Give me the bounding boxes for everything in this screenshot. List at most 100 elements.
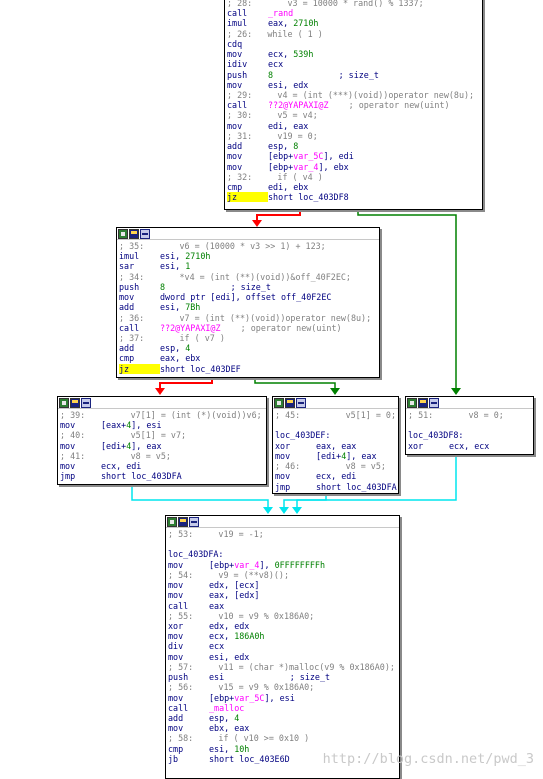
asm-line[interactable]: mov eax, [edx] xyxy=(168,590,399,600)
asm-line[interactable]: ; 32: if ( v4 ) xyxy=(227,172,482,182)
edge-n2-n3-false[interactable] xyxy=(155,377,213,395)
asm-line[interactable]: ; 46: v8 = v5; xyxy=(275,461,398,471)
asm-line[interactable]: loc_403DF8: xyxy=(408,430,533,440)
edge-n3-n6-jump[interactable] xyxy=(131,484,273,514)
asm-line[interactable]: loc_403DEF: xyxy=(275,430,398,440)
edge-n1-n2-false[interactable] xyxy=(252,209,301,227)
asm-line[interactable]: add esp, 4 xyxy=(168,713,399,723)
asm-line[interactable]: jz short loc_403DEF xyxy=(119,363,379,374)
asm-line[interactable]: mov ecx, edi xyxy=(275,471,398,481)
asm-line[interactable]: div ecx xyxy=(168,641,399,651)
asm-line[interactable]: push esi ; size_t xyxy=(168,672,399,682)
asm-line[interactable]: call ??2@YAPAXI@Z ; operator new(uint) xyxy=(227,100,482,110)
asm-line[interactable]: cmp eax, ebx xyxy=(119,353,379,363)
group-block-icon[interactable] xyxy=(140,229,150,239)
color-block-icon[interactable] xyxy=(59,398,69,408)
asm-line[interactable]: ; 56: v15 = v9 % 0x186A0; xyxy=(168,682,399,692)
group-block-icon[interactable] xyxy=(189,517,199,527)
asm-line[interactable]: ; 34: *v4 = (int (**)(void))&off_40F2EC; xyxy=(119,272,379,282)
asm-line[interactable]: imul esi, 2710h xyxy=(119,251,379,261)
asm-line[interactable]: mov edx, [ecx] xyxy=(168,580,399,590)
asm-line[interactable]: xor edx, edx xyxy=(168,621,399,631)
asm-line[interactable]: ; 40: v5[1] = v7; xyxy=(60,430,266,440)
asm-line[interactable]: mov [eax+4], esi xyxy=(60,420,266,430)
asm-line[interactable]: idiv ecx xyxy=(227,59,482,69)
group-block-icon[interactable] xyxy=(296,398,306,408)
asm-line[interactable]: mov [edi+4], eax xyxy=(60,441,266,451)
asm-line[interactable]: ; 58: if ( v10 >= 0x10 ) xyxy=(168,733,399,743)
asm-line[interactable] xyxy=(168,539,399,549)
asm-line[interactable]: call _malloc xyxy=(168,703,399,713)
asm-line[interactable]: add esp, 4 xyxy=(119,343,379,353)
group-block-icon[interactable] xyxy=(429,398,439,408)
rename-block-icon[interactable] xyxy=(129,229,139,239)
asm-line[interactable]: ; 37: if ( v7 ) xyxy=(119,333,379,343)
group-block-icon[interactable] xyxy=(81,398,91,408)
asm-line[interactable] xyxy=(275,420,398,430)
asm-line[interactable]: ; 35: v6 = (10000 * v3 >> 1) + 123; xyxy=(119,241,379,251)
basic-block-loc-403def[interactable]: ; 45: v5[1] = 0; loc_403DEF: xor eax, eax mo… xyxy=(272,396,399,494)
asm-line[interactable]: push 8 ; size_t xyxy=(119,282,379,292)
asm-line[interactable]: ; 54: v9 = (**v8)(); xyxy=(168,570,399,580)
asm-line[interactable]: mov ecx, edi xyxy=(60,461,266,471)
asm-line[interactable]: add esp, 8 xyxy=(227,141,482,151)
asm-line[interactable]: call eax xyxy=(168,601,399,611)
asm-line[interactable]: cdq xyxy=(227,39,482,49)
asm-line[interactable]: ; 53: v19 = -1; xyxy=(168,529,399,539)
asm-line[interactable]: ; 41: v8 = v5; xyxy=(60,451,266,461)
asm-line[interactable]: sar esi, 1 xyxy=(119,261,379,271)
asm-operand: var_4 xyxy=(234,559,260,570)
rename-block-icon[interactable] xyxy=(70,398,80,408)
asm-line[interactable]: ; 39: v7[1] = (int (*)(void))v6; xyxy=(60,410,266,420)
color-block-icon[interactable] xyxy=(118,229,128,239)
asm-line[interactable]: mov ecx, 186A0h xyxy=(168,631,399,641)
asm-line[interactable]: ; 51: v8 = 0; xyxy=(408,410,533,420)
asm-line[interactable]: mov [ebp+var_5C], esi xyxy=(168,693,399,703)
asm-line[interactable]: jmp short loc_403DFA xyxy=(275,482,398,492)
basic-block-new-v4[interactable]: ; 35: v6 = (10000 * v3 >> 1) + 123; imul e… xyxy=(116,227,380,378)
rename-block-icon[interactable] xyxy=(178,517,188,527)
asm-line[interactable]: xor ecx, ecx xyxy=(408,441,533,451)
asm-line[interactable]: jmp short loc_403DFA xyxy=(60,471,266,481)
asm-line[interactable]: jz short loc_403DF8 xyxy=(227,192,482,203)
edge-n2-n4-true[interactable] xyxy=(254,377,340,395)
asm-line[interactable]: cmp edi, ebx xyxy=(227,182,482,192)
asm-line[interactable]: ; 30: v5 = v4; xyxy=(227,110,482,120)
asm-line[interactable]: xor eax, eax xyxy=(275,441,398,451)
asm-line[interactable]: ; 31: v19 = 0; xyxy=(227,131,482,141)
asm-line[interactable]: imul eax, 2710h xyxy=(227,18,482,28)
asm-line[interactable]: ; 29: v4 = (int (***)(void))operator new… xyxy=(227,90,482,100)
asm-line[interactable]: add esi, 7Bh xyxy=(119,302,379,312)
edge-n4-n6-jump[interactable] xyxy=(279,493,327,514)
asm-line[interactable]: mov esi, edx xyxy=(168,652,399,662)
asm-line[interactable]: ; 28: v3 = 10000 * rand() % 1337; xyxy=(227,0,482,8)
basic-block-v7-set[interactable]: ; 39: v7[1] = (int (*)(void))v6; mov [eax+… xyxy=(57,396,267,485)
asm-line[interactable]: ; 55: v10 = v9 % 0x186A0; xyxy=(168,611,399,621)
rename-block-icon[interactable] xyxy=(418,398,428,408)
asm-line[interactable]: mov esi, edx xyxy=(227,80,482,90)
asm-line[interactable]: mov [ebp+var_4], 0FFFFFFFFh xyxy=(168,560,399,570)
asm-line[interactable]: call ??2@YAPAXI@Z ; operator new(uint) xyxy=(119,323,379,333)
asm-line[interactable]: mov edi, eax xyxy=(227,121,482,131)
basic-block-rand[interactable]: ; 28: v3 = 10000 * rand() % 1337; call _ra… xyxy=(224,0,483,210)
asm-line[interactable]: ; 26: while ( 1 ) xyxy=(227,29,482,39)
asm-line[interactable]: push 8 ; size_t xyxy=(227,70,482,80)
color-block-icon[interactable] xyxy=(167,517,177,527)
asm-line[interactable]: ; 36: v7 = (int (**)(void))operator new(… xyxy=(119,313,379,323)
asm-line[interactable]: mov [ebp+var_4], ebx xyxy=(227,162,482,172)
asm-line[interactable]: mov [edi+4], eax xyxy=(275,451,398,461)
asm-line[interactable]: loc_403DFA: xyxy=(168,549,399,559)
rename-block-icon[interactable] xyxy=(285,398,295,408)
asm-line[interactable]: mov ebx, eax xyxy=(168,723,399,733)
asm-line[interactable]: ; 57: v11 = (char *)malloc(v9 % 0x186A0)… xyxy=(168,662,399,672)
asm-line[interactable] xyxy=(408,420,533,430)
basic-block-loc-403dfa[interactable]: ; 53: v19 = -1; loc_403DFA: mov [ebp+var_4]… xyxy=(165,515,400,779)
color-block-icon[interactable] xyxy=(407,398,417,408)
asm-line[interactable]: mov dword ptr [edi], offset off_40F2EC xyxy=(119,292,379,302)
asm-line[interactable]: mov ecx, 539h xyxy=(227,49,482,59)
asm-line[interactable]: mov [ebp+var_5C], edi xyxy=(227,151,482,161)
basic-block-loc-403df8[interactable]: ; 51: v8 = 0; loc_403DF8: xor ecx, ecx xyxy=(405,396,534,455)
asm-line[interactable]: ; 45: v5[1] = 0; xyxy=(275,410,398,420)
asm-line[interactable]: call _rand xyxy=(227,8,482,18)
color-block-icon[interactable] xyxy=(274,398,284,408)
